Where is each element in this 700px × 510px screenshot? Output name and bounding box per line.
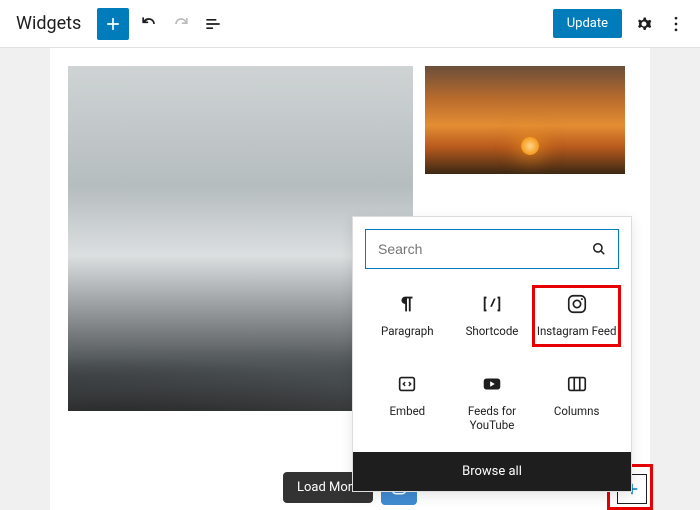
- settings-button[interactable]: [628, 8, 660, 40]
- top-toolbar: Widgets Update: [0, 0, 700, 48]
- block-shortcode[interactable]: Shortcode: [450, 287, 535, 345]
- kebab-icon: [666, 14, 686, 34]
- embed-icon: [396, 373, 418, 395]
- image-sunset[interactable]: [425, 66, 625, 174]
- block-search-input[interactable]: [376, 240, 590, 258]
- block-instagram-feed[interactable]: Instagram Feed: [534, 287, 619, 345]
- block-inserter-popover: Paragraph Shortcode Instagram Feed Embed…: [352, 216, 632, 492]
- block-grid: Paragraph Shortcode Instagram Feed Embed…: [353, 281, 631, 452]
- undo-button[interactable]: [133, 8, 165, 40]
- shortcode-icon: [481, 293, 503, 315]
- block-feeds-youtube[interactable]: Feeds for YouTube: [450, 367, 535, 439]
- block-search[interactable]: [365, 229, 619, 269]
- editor-canvas: Load More Paragraph Shortcode Instagram …: [50, 48, 650, 510]
- search-icon: [590, 240, 608, 258]
- undo-icon: [139, 14, 159, 34]
- columns-icon: [566, 373, 588, 395]
- list-view-button[interactable]: [197, 8, 229, 40]
- block-label: Instagram Feed: [537, 325, 617, 339]
- youtube-icon: [481, 373, 503, 395]
- redo-button[interactable]: [165, 8, 197, 40]
- options-button[interactable]: [660, 8, 692, 40]
- list-view-icon: [203, 14, 223, 34]
- update-button[interactable]: Update: [553, 9, 622, 38]
- instagram-icon: [566, 293, 588, 315]
- block-label: Columns: [554, 405, 600, 419]
- block-label: Feeds for YouTube: [452, 405, 533, 433]
- plus-icon: [103, 14, 123, 34]
- block-columns[interactable]: Columns: [534, 367, 619, 439]
- add-block-button[interactable]: [97, 8, 129, 40]
- page-title: Widgets: [8, 13, 93, 34]
- block-label: Embed: [389, 405, 425, 419]
- browse-all-button[interactable]: Browse all: [353, 452, 631, 491]
- block-label: Shortcode: [466, 325, 519, 339]
- redo-icon: [171, 14, 191, 34]
- block-paragraph[interactable]: Paragraph: [365, 287, 450, 345]
- block-embed[interactable]: Embed: [365, 367, 450, 439]
- block-label: Paragraph: [381, 325, 434, 339]
- paragraph-icon: [396, 293, 418, 315]
- gear-icon: [634, 14, 654, 34]
